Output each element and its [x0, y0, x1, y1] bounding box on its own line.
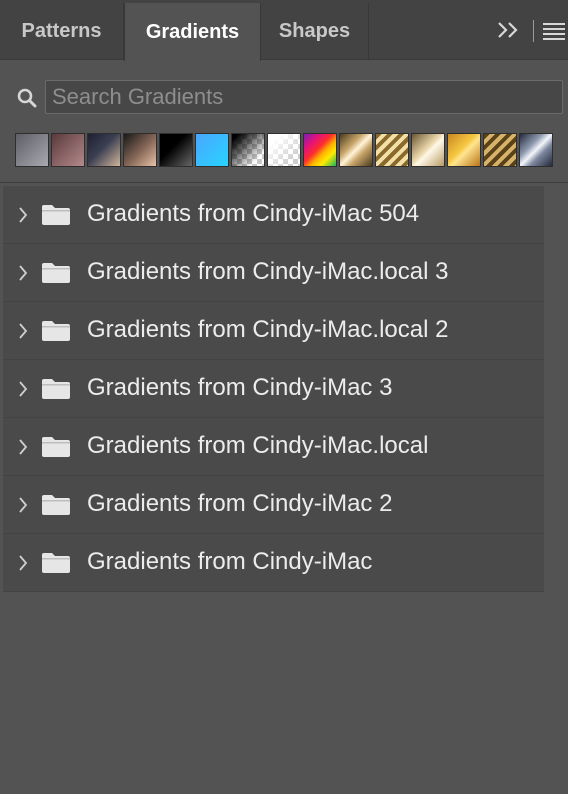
folder-label: Gradients from Cindy-iMac 3	[87, 374, 393, 401]
folder-label: Gradients from Cindy-iMac 504	[87, 200, 420, 227]
folder-icon	[42, 437, 70, 457]
chevron-right-icon[interactable]	[17, 553, 29, 573]
chevron-right-icon[interactable]	[17, 205, 29, 225]
swatch-rose-gradient[interactable]	[51, 133, 85, 167]
swatch-cyan-blue-gradient[interactable]	[195, 133, 229, 167]
folder-row[interactable]: Gradients from Cindy-iMac 504	[3, 186, 544, 244]
folder-row[interactable]: Gradients from Cindy-iMac 2	[3, 476, 544, 534]
panel-actions	[488, 0, 568, 60]
folder-icon	[42, 379, 70, 399]
search-bar	[0, 78, 568, 118]
swatch-champagne-gradient[interactable]	[411, 133, 445, 167]
swatch-black-copper-gradient[interactable]	[123, 133, 157, 167]
tab-gradients[interactable]: Gradients	[124, 3, 261, 61]
folder-icon	[42, 495, 70, 515]
swatch-spectrum-gradient[interactable]	[303, 133, 337, 167]
swatch-navy-tan-gradient[interactable]	[87, 133, 121, 167]
chevron-right-icon[interactable]	[17, 437, 29, 457]
folder-row[interactable]: Gradients from Cindy-iMac.local 2	[3, 302, 544, 360]
tab-shapes[interactable]: Shapes	[261, 3, 369, 60]
swatch-silver-gradient[interactable]	[519, 133, 553, 167]
search-input[interactable]	[45, 80, 563, 114]
folder-icon	[42, 263, 70, 283]
folder-row[interactable]: Gradients from Cindy-iMac 3	[3, 360, 544, 418]
folder-row[interactable]: Gradients from Cindy-iMac.local 3	[3, 244, 544, 302]
swatch-gold-gradient[interactable]	[447, 133, 481, 167]
chevron-right-icon[interactable]	[17, 379, 29, 399]
folder-row[interactable]: Gradients from Cindy-iMac.local	[3, 418, 544, 476]
folder-icon	[42, 205, 70, 225]
folder-icon	[42, 553, 70, 573]
swatch-gold-stripe-gradient[interactable]	[339, 133, 373, 167]
folder-label: Gradients from Cindy-iMac	[87, 548, 373, 575]
chevron-right-icon[interactable]	[17, 263, 29, 283]
folder-label: Gradients from Cindy-iMac.local	[87, 432, 429, 459]
folder-label: Gradients from Cindy-iMac 2	[87, 490, 393, 517]
swatch-brass-stripes-gradient[interactable]	[483, 133, 517, 167]
divider	[0, 182, 568, 183]
chevron-right-icon[interactable]	[17, 321, 29, 341]
hamburger-menu-icon[interactable]	[543, 23, 565, 40]
panel-tab-bar: Patterns Gradients Shapes	[0, 0, 568, 61]
swatch-black-white-gradient[interactable]	[159, 133, 193, 167]
swatch-black-transparent-gradient[interactable]	[231, 133, 265, 167]
gradient-folder-list: Gradients from Cindy-iMac 504 Gradients f…	[3, 186, 544, 592]
search-icon	[17, 88, 37, 108]
tab-action-divider	[533, 20, 534, 42]
tab-patterns[interactable]: Patterns	[0, 3, 124, 60]
double-chevron-right-icon[interactable]	[496, 18, 522, 42]
folder-label: Gradients from Cindy-iMac.local 3	[87, 258, 449, 285]
swatch-gray-gradient[interactable]	[15, 133, 49, 167]
folder-icon	[42, 321, 70, 341]
swatch-white-transparent-gradient[interactable]	[267, 133, 301, 167]
folder-label: Gradients from Cindy-iMac.local 2	[87, 316, 449, 343]
gradient-presets	[15, 133, 555, 167]
folder-row[interactable]: Gradients from Cindy-iMac	[3, 534, 544, 592]
chevron-right-icon[interactable]	[17, 495, 29, 515]
swatch-gold-stripes-gradient[interactable]	[375, 133, 409, 167]
